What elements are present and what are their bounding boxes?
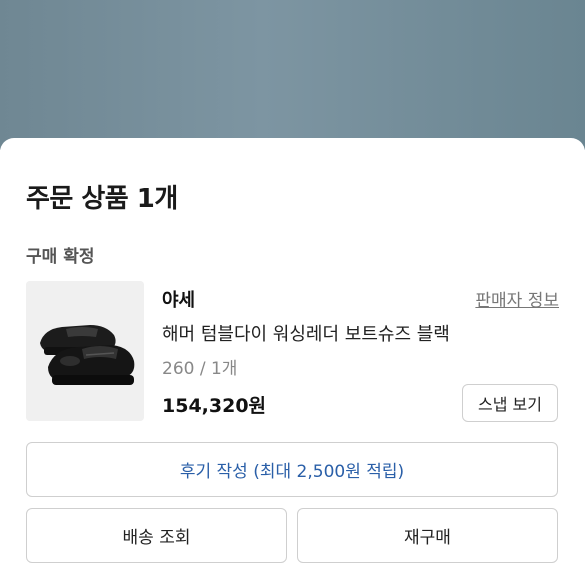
product-name[interactable]: 해머 텀블다이 워싱레더 보트슈즈 블랙 [162,320,450,346]
write-review-button[interactable]: 후기 작성 (최대 2,500원 적립) [26,442,558,497]
track-shipping-button[interactable]: 배송 조회 [26,508,287,563]
seller-info-link[interactable]: 판매자 정보 [475,286,559,311]
dimmed-background-overlay[interactable] [0,0,585,150]
product-thumbnail[interactable] [26,281,144,421]
product-price: 154,320원 [162,395,267,417]
order-status-label: 구매 확정 [26,247,95,267]
snapshot-view-button[interactable]: 스냅 보기 [462,384,558,422]
product-option: 260 / 1개 [162,359,238,379]
loafer-shoes-image [26,281,144,421]
rebuy-button[interactable]: 재구매 [297,508,558,563]
order-items-title: 주문 상품 1개 [26,184,178,214]
seller-name[interactable]: 야세 [162,286,195,312]
